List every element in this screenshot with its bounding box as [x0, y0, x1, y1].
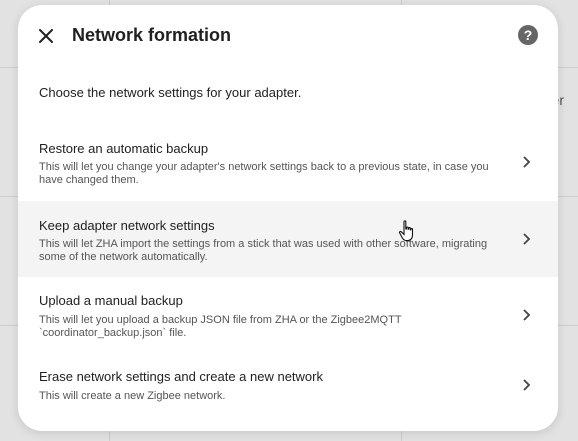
option-title: Upload a manual backup [39, 293, 183, 308]
chevron-right-icon [523, 156, 531, 168]
option-description: This will let you upload a backup JSON f… [39, 314, 402, 339]
option-description: This will create a new Zigbee network. [39, 390, 226, 402]
option-title: Erase network settings and create a new … [39, 369, 323, 384]
option-description: This will let ZHA import the settings fr… [39, 238, 488, 263]
option-description: This will let you change your adapter's … [39, 161, 489, 186]
close-icon [39, 29, 53, 43]
network-formation-dialog: Network formation ? Choose the network s… [18, 5, 558, 431]
option-title: Restore an automatic backup [39, 141, 209, 156]
hand-pointer-icon [398, 220, 414, 242]
dialog-header: Network formation ? [18, 5, 558, 65]
dialog-intro: Choose the network settings for your ada… [39, 85, 302, 100]
dialog-title: Network formation [72, 25, 232, 45]
help-icon[interactable]: ? [518, 25, 538, 45]
option-upload-manual-backup[interactable]: Upload a manual backup This will let you… [18, 279, 558, 351]
option-keep-adapter-network-settings[interactable]: Keep adapter network settings This will … [18, 201, 558, 277]
option-restore-automatic-backup[interactable]: Restore an automatic backup This will le… [18, 125, 558, 197]
chevron-right-icon [523, 379, 531, 391]
chevron-right-icon [523, 309, 531, 321]
chevron-right-icon [523, 233, 531, 245]
option-title: Keep adapter network settings [39, 218, 215, 233]
option-erase-network-settings[interactable]: Erase network settings and create a new … [18, 355, 558, 415]
close-button[interactable] [32, 22, 60, 50]
